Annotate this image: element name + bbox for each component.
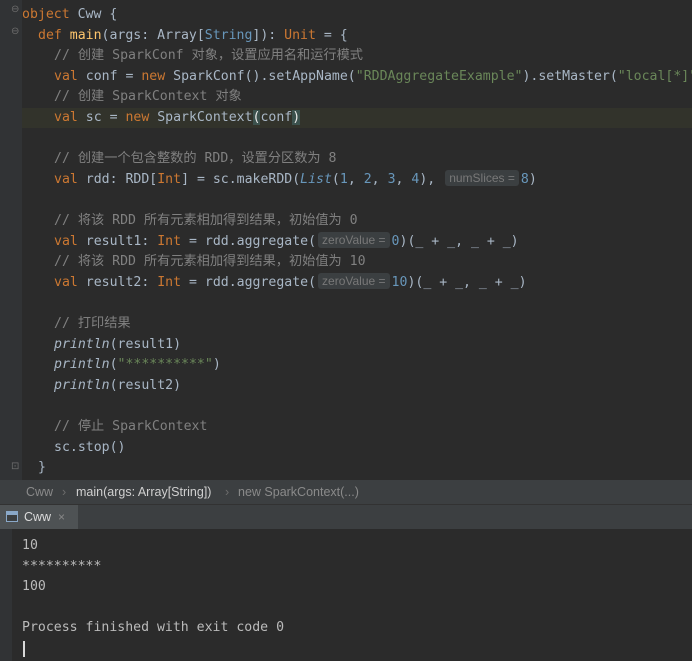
breadcrumb-item-expression[interactable]: new SparkContext(...) bbox=[238, 480, 359, 504]
parameter-hint: zeroValue = bbox=[318, 232, 390, 248]
code-line-17: println(result1) bbox=[54, 337, 182, 352]
close-icon[interactable]: × bbox=[58, 505, 65, 529]
console-output-line: 10 bbox=[22, 538, 38, 553]
code-line-18: println("**********") bbox=[54, 357, 221, 372]
editor-gutter[interactable] bbox=[0, 0, 22, 480]
code-line-12: val result1: Int = rdd.aggregate(zeroVal… bbox=[54, 232, 519, 249]
code-comment: // 创建 SparkConf 对象，设置应用名和运行模式 bbox=[54, 48, 363, 63]
code-editor[interactable]: ⊖ ⊖ ⊡ object Cww { def main(args: Array[… bbox=[0, 0, 692, 480]
breadcrumb: Cww › main(args: Array[String]) › new Sp… bbox=[0, 480, 692, 504]
code-line-14: val result2: Int = rdd.aggregate(zeroVal… bbox=[54, 273, 527, 290]
tab-label: Cww bbox=[24, 510, 52, 524]
console-window-icon bbox=[6, 511, 18, 522]
parameter-hint: numSlices = bbox=[445, 170, 519, 186]
code-line-4: val conf = new SparkConf().setAppName("R… bbox=[54, 69, 692, 84]
console-output-line: ********** bbox=[22, 559, 102, 574]
code-comment: // 创建 SparkContext 对象 bbox=[54, 89, 242, 104]
run-tool-window-tabs: Cww × bbox=[0, 504, 692, 530]
tab-run-cww[interactable]: Cww × bbox=[0, 505, 78, 529]
code-comment: // 将该 RDD 所有元素相加得到结果，初始值为 10 bbox=[54, 254, 366, 269]
code-line-6: val sc = new SparkContext(conf) bbox=[54, 110, 301, 125]
code-comment: // 停止 SparkContext bbox=[54, 419, 208, 434]
fold-icon[interactable]: ⊖ bbox=[11, 5, 21, 15]
parameter-hint: zeroValue = bbox=[318, 273, 390, 289]
code-line-22: sc.stop() bbox=[54, 440, 126, 455]
fold-end-icon[interactable]: ⊡ bbox=[11, 462, 21, 472]
code-comment: // 将该 RDD 所有元素相加得到结果，初始值为 0 bbox=[54, 213, 358, 228]
console-output-line: 100 bbox=[22, 579, 46, 594]
breadcrumb-item-method[interactable]: main(args: Array[String]) bbox=[76, 480, 211, 504]
console-exit-message: Process finished with exit code 0 bbox=[22, 620, 285, 635]
chevron-right-icon: › bbox=[225, 485, 230, 499]
code-line-9: val rdd: RDD[Int] = sc.makeRDD(List(1, 2… bbox=[54, 170, 537, 187]
code-line-23: } bbox=[38, 460, 46, 475]
console-gutter bbox=[0, 529, 12, 661]
fold-icon[interactable]: ⊖ bbox=[11, 27, 21, 37]
code-comment: // 创建一个包含整数的 RDD，设置分区数为 8 bbox=[54, 151, 337, 166]
code-line-1: object Cww { bbox=[22, 7, 118, 22]
code-comment: // 打印结果 bbox=[54, 316, 131, 331]
code-line-19: println(result2) bbox=[54, 378, 182, 393]
run-console[interactable]: 10 ********** 100 Process finished with … bbox=[0, 529, 692, 661]
chevron-right-icon: › bbox=[62, 485, 67, 499]
breadcrumb-item-object[interactable]: Cww bbox=[26, 480, 53, 504]
code-line-2: def main(args: Array[String]): Unit = { bbox=[38, 28, 348, 43]
text-cursor bbox=[23, 641, 25, 657]
